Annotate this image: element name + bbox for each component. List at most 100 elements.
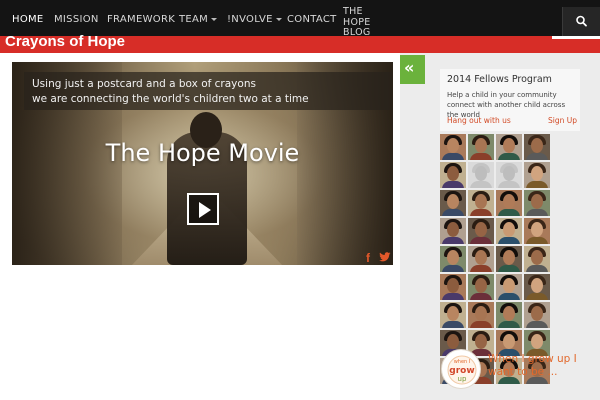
fellow-photo-face (447, 138, 459, 153)
hang-out-link[interactable]: Hang out with us (447, 116, 511, 125)
nav-item-the-hope-blog[interactable]: THE HOPE BLOG (343, 6, 393, 39)
fellow-photo[interactable] (468, 190, 494, 216)
fellow-photo-shoulders (526, 209, 548, 216)
fellow-photo-shoulders (526, 377, 548, 384)
fellow-photo[interactable] (524, 302, 550, 328)
fellow-photo-face (447, 166, 459, 181)
fellow-photo-shoulders (498, 377, 520, 384)
nav-item-involve-label: !NVOLVE (227, 14, 273, 25)
play-icon (199, 202, 211, 218)
fellow-photo-face (447, 222, 459, 237)
fellow-photo[interactable] (496, 162, 522, 188)
fellow-photo[interactable] (468, 162, 494, 188)
fellow-photo[interactable] (468, 246, 494, 272)
fellow-photo[interactable] (440, 134, 466, 160)
top-navigation-bar: HOME MISSION FRAMEWORK TEAM !NVOLVE CONT… (0, 0, 600, 39)
fellow-photo-shoulders (526, 321, 548, 328)
fellow-photo-shoulders (526, 293, 548, 300)
fellow-photo-shoulders (470, 321, 492, 328)
fellow-photo[interactable] (440, 274, 466, 300)
fellow-photo-shoulders (498, 153, 520, 160)
fellow-photo[interactable] (440, 190, 466, 216)
double-chevron-left-icon: « (404, 58, 415, 77)
fellow-photo[interactable] (440, 162, 466, 188)
fellow-photo-face (475, 194, 487, 209)
fellow-photo-face (531, 166, 543, 181)
play-button[interactable] (187, 193, 219, 225)
fellow-photo[interactable] (496, 274, 522, 300)
fellow-photo-face (475, 334, 487, 349)
nav-item-team[interactable]: TEAM (179, 14, 218, 25)
header-tab (552, 36, 600, 39)
fellow-photo-face (447, 334, 459, 349)
fellow-photo-face (503, 278, 515, 293)
fellow-photo-shoulders (442, 181, 464, 188)
fellow-photo-shoulders (498, 293, 520, 300)
fellow-photo[interactable] (524, 274, 550, 300)
fellow-photo[interactable] (468, 134, 494, 160)
video-caption-line-1: Using just a postcard and a box of crayo… (32, 78, 256, 90)
when-i-grow-up-link[interactable]: When I grow up I want to be ... (488, 353, 578, 378)
nav-item-framework[interactable]: FRAMEWORK (107, 15, 175, 25)
nav-item-involve[interactable]: !NVOLVE (227, 15, 282, 25)
fellow-photo-shoulders (498, 209, 520, 216)
fellow-photo-face (531, 250, 543, 265)
fellow-photo[interactable] (440, 218, 466, 244)
fellow-photo-face (447, 278, 459, 293)
fellow-photo-shoulders (526, 153, 548, 160)
nav-item-mission[interactable]: MISSION (54, 15, 99, 25)
fellow-photo[interactable] (524, 162, 550, 188)
fellow-photo-shoulders (442, 321, 464, 328)
fellow-photo[interactable] (524, 218, 550, 244)
fellow-photo-shoulders (526, 181, 548, 188)
fellow-photo[interactable] (440, 302, 466, 328)
video-player[interactable]: Using just a postcard and a box of crayo… (12, 62, 393, 265)
site-title[interactable]: Crayons of Hope (5, 34, 125, 49)
fellow-photo-face (531, 138, 543, 153)
sign-up-link[interactable]: Sign Up (548, 116, 577, 125)
fellow-photo-face (503, 306, 515, 321)
fellow-photo-shoulders (498, 321, 520, 328)
fellow-photo[interactable] (440, 246, 466, 272)
search-button[interactable] (562, 7, 600, 36)
fellow-photo-shoulders (442, 265, 464, 272)
twitter-icon[interactable] (379, 252, 391, 263)
sidebar-collapse-button[interactable]: « (400, 55, 425, 84)
fellow-photo[interactable] (468, 302, 494, 328)
video-title: The Hope Movie (105, 139, 300, 167)
grow-up-logo-art: when I grow up (447, 355, 477, 385)
fellow-photo-shoulders (526, 237, 548, 244)
fellow-photo-shoulders (470, 237, 492, 244)
fellow-photo-shoulders (442, 153, 464, 160)
fellow-photo[interactable] (524, 134, 550, 160)
fellow-photo[interactable] (468, 218, 494, 244)
fellow-photo[interactable] (496, 218, 522, 244)
fellow-photo-face (447, 306, 459, 321)
fellow-photo[interactable] (524, 246, 550, 272)
video-caption-line-2: we are connecting the world's children t… (32, 93, 309, 105)
fellow-photo[interactable] (524, 190, 550, 216)
fellow-photo-face (531, 306, 543, 321)
nav-item-home[interactable]: HOME (12, 15, 44, 25)
logo-text-bottom: up (458, 375, 467, 383)
facebook-icon[interactable]: f (366, 252, 370, 264)
when-i-grow-up-logo[interactable]: when I grow up (441, 349, 481, 389)
fellow-photo[interactable] (496, 190, 522, 216)
nav-item-team-label: TEAM (179, 14, 209, 25)
fellows-title: 2014 Fellows Program (447, 74, 552, 85)
fellow-photo-shoulders (498, 265, 520, 272)
fellow-photo[interactable] (496, 246, 522, 272)
fellow-photo[interactable] (496, 302, 522, 328)
fellow-photo-shoulders (498, 237, 520, 244)
fellow-photo-face (447, 250, 459, 265)
nav-item-contact[interactable]: CONTACT (287, 15, 337, 25)
fellow-photo-face (475, 306, 487, 321)
fellow-photo-shoulders (470, 293, 492, 300)
nav-blog-line-1: THE HOPE (343, 6, 371, 28)
search-icon (576, 15, 587, 27)
fellow-photo-face (503, 194, 515, 209)
fellow-photo-face (503, 166, 515, 181)
fellow-photo[interactable] (468, 274, 494, 300)
fellow-photo-shoulders (470, 181, 492, 188)
fellow-photo[interactable] (496, 134, 522, 160)
